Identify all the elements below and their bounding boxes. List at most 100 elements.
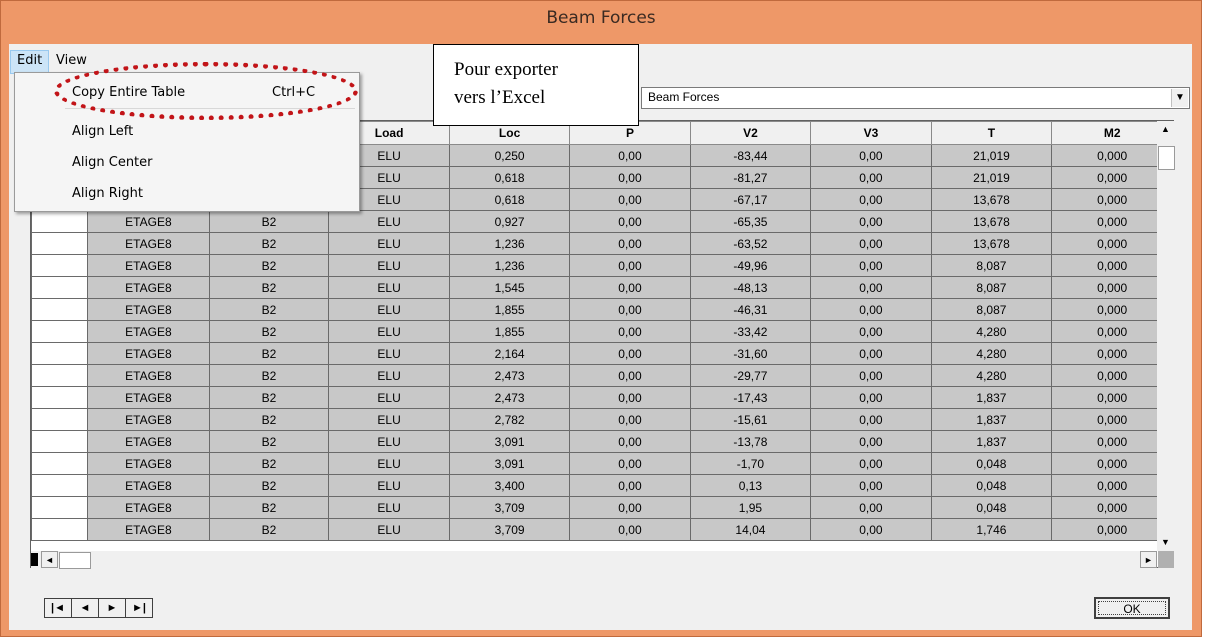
table-row[interactable]: ETAGE8 B2 ELU 3,091 0,00 -13,78 0,00 1,837 0,000: [31, 430, 1173, 453]
column-header[interactable]: T: [930, 121, 1053, 145]
next-record-icon[interactable]: ►: [98, 598, 126, 618]
table-row[interactable]: ETAGE8 B2 ELU 3,709 0,00 1,95 0,00 0,048 0,000: [31, 496, 1173, 519]
table-row[interactable]: ETAGE8 B2 ELU 1,236 0,00 -63,52 0,00 13,678 0,00…: [31, 232, 1173, 255]
table-cell[interactable]: 0,00: [569, 298, 691, 321]
table-cell[interactable]: 0,00: [569, 518, 691, 541]
scroll-up-icon[interactable]: ▲: [1157, 121, 1174, 138]
menu-view[interactable]: View: [50, 50, 93, 72]
table-cell[interactable]: 0,000: [1051, 232, 1173, 255]
table-cell[interactable]: 0,048: [930, 496, 1053, 519]
row-selector[interactable]: [31, 496, 89, 519]
row-selector[interactable]: [31, 386, 89, 409]
table-cell[interactable]: B2: [208, 408, 330, 431]
table-cell[interactable]: ELU: [328, 254, 450, 277]
table-cell[interactable]: 0,00: [569, 166, 691, 189]
table-row[interactable]: ETAGE8 B2 ELU 2,473 0,00 -29,77 0,00 4,280 0,000: [31, 364, 1173, 387]
column-header[interactable]: V3: [810, 121, 932, 145]
table-cell[interactable]: 0,000: [1051, 320, 1173, 343]
row-selector[interactable]: [31, 276, 89, 299]
table-cell[interactable]: 0,618: [448, 166, 571, 189]
ok-button[interactable]: OK: [1094, 597, 1170, 619]
table-cell[interactable]: 0,00: [569, 474, 691, 497]
column-header[interactable]: M2: [1051, 121, 1173, 145]
table-cell[interactable]: 0,00: [810, 276, 932, 299]
table-cell[interactable]: 0,048: [930, 474, 1053, 497]
table-cell[interactable]: B2: [208, 210, 330, 233]
row-selector[interactable]: [31, 430, 89, 453]
last-record-icon[interactable]: ►|: [125, 598, 153, 618]
table-cell[interactable]: 8,087: [930, 298, 1053, 321]
row-selector[interactable]: [31, 210, 89, 233]
table-cell[interactable]: ELU: [328, 210, 450, 233]
table-cell[interactable]: 0,250: [448, 144, 571, 167]
scroll-right-icon[interactable]: ►: [1140, 551, 1157, 568]
table-cell[interactable]: 0,00: [810, 452, 932, 475]
column-header[interactable]: V2: [689, 121, 812, 145]
table-cell[interactable]: ETAGE8: [87, 386, 210, 409]
table-cell[interactable]: 21,019: [930, 144, 1053, 167]
table-cell[interactable]: 0,000: [1051, 210, 1173, 233]
table-cell[interactable]: ELU: [328, 474, 450, 497]
table-cell[interactable]: 0,00: [810, 188, 932, 211]
table-cell[interactable]: ETAGE8: [87, 276, 210, 299]
table-cell[interactable]: ELU: [328, 342, 450, 365]
table-cell[interactable]: B2: [208, 518, 330, 541]
table-cell[interactable]: 2,164: [448, 342, 571, 365]
table-cell[interactable]: 0,00: [810, 386, 932, 409]
table-cell[interactable]: 0,00: [810, 430, 932, 453]
table-cell[interactable]: ETAGE8: [87, 408, 210, 431]
table-cell[interactable]: 0,00: [810, 144, 932, 167]
table-cell[interactable]: 0,00: [569, 210, 691, 233]
table-cell[interactable]: 0,618: [448, 188, 571, 211]
table-cell[interactable]: ETAGE8: [87, 210, 210, 233]
table-cell[interactable]: 0,00: [569, 276, 691, 299]
table-cell[interactable]: 0,00: [569, 188, 691, 211]
table-cell[interactable]: 0,00: [810, 298, 932, 321]
table-cell[interactable]: -13,78: [689, 430, 812, 453]
menu-edit[interactable]: Edit: [10, 50, 50, 74]
table-cell[interactable]: 0,00: [810, 408, 932, 431]
vertical-scrollbar[interactable]: ▲ ▼: [1157, 121, 1175, 551]
table-cell[interactable]: B2: [208, 320, 330, 343]
row-selector[interactable]: [31, 232, 89, 255]
table-cell[interactable]: 13,678: [930, 232, 1053, 255]
table-cell[interactable]: 0,00: [569, 342, 691, 365]
table-cell[interactable]: 0,000: [1051, 452, 1173, 475]
scroll-thumb[interactable]: [1158, 146, 1175, 170]
table-cell[interactable]: 1,855: [448, 320, 571, 343]
row-selector[interactable]: [31, 518, 89, 541]
horizontal-scrollbar[interactable]: ◄ ►: [31, 551, 1157, 569]
table-cell[interactable]: 0,048: [930, 452, 1053, 475]
row-selector[interactable]: [31, 342, 89, 365]
table-cell[interactable]: 0,00: [569, 386, 691, 409]
table-cell[interactable]: ETAGE8: [87, 342, 210, 365]
table-cell[interactable]: ELU: [328, 232, 450, 255]
table-cell[interactable]: 0,00: [569, 320, 691, 343]
row-selector[interactable]: [31, 254, 89, 277]
table-row[interactable]: ETAGE8 B2 ELU 2,473 0,00 -17,43 0,00 1,837 0,000: [31, 386, 1173, 409]
table-cell[interactable]: 0,00: [569, 430, 691, 453]
table-cell[interactable]: 0,000: [1051, 144, 1173, 167]
table-cell[interactable]: ELU: [328, 364, 450, 387]
table-cell[interactable]: 0,000: [1051, 386, 1173, 409]
table-cell[interactable]: 0,00: [569, 364, 691, 387]
scroll-left-icon[interactable]: ◄: [41, 551, 58, 568]
table-cell[interactable]: 0,000: [1051, 430, 1173, 453]
table-cell[interactable]: 3,091: [448, 452, 571, 475]
table-cell[interactable]: ELU: [328, 518, 450, 541]
table-cell[interactable]: 3,400: [448, 474, 571, 497]
row-selector[interactable]: [31, 452, 89, 475]
table-cell[interactable]: ELU: [328, 298, 450, 321]
table-cell[interactable]: ETAGE8: [87, 452, 210, 475]
table-cell[interactable]: 1,236: [448, 232, 571, 255]
table-cell[interactable]: 3,709: [448, 518, 571, 541]
table-cell[interactable]: ELU: [328, 452, 450, 475]
table-cell[interactable]: 21,019: [930, 166, 1053, 189]
table-cell[interactable]: B2: [208, 496, 330, 519]
table-cell[interactable]: 0,00: [569, 232, 691, 255]
table-row[interactable]: ETAGE8 B2 ELU 0,927 0,00 -65,35 0,00 13,678 0,00…: [31, 210, 1173, 233]
table-cell[interactable]: -31,60: [689, 342, 812, 365]
table-cell[interactable]: 0,927: [448, 210, 571, 233]
table-cell[interactable]: 0,00: [810, 518, 932, 541]
table-cell[interactable]: -83,44: [689, 144, 812, 167]
